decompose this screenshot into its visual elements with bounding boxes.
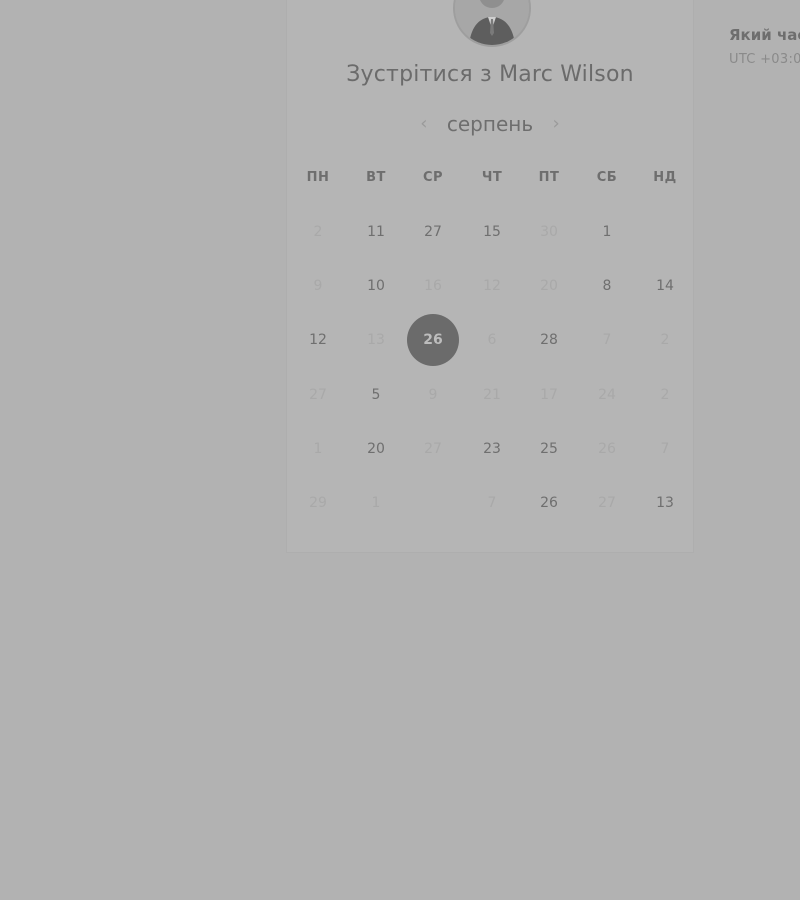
calendar-day: 1 xyxy=(350,477,402,529)
month-label: серпень xyxy=(446,112,534,136)
calendar-day: 7 xyxy=(466,477,518,529)
calendar-day: 12 xyxy=(466,260,518,312)
calendar-day: 27 xyxy=(581,477,633,529)
calendar-day-selected[interactable]: 26 xyxy=(407,314,459,366)
calendar-day[interactable]: 14 xyxy=(639,260,691,312)
calendar-day: 27 xyxy=(407,423,459,475)
weekday-label: ВТ xyxy=(366,170,386,185)
timezone-label[interactable]: UTC +03:0 xyxy=(729,52,800,67)
calendar-day[interactable]: 8 xyxy=(581,260,633,312)
month-navigation: ‹ серпень › xyxy=(287,110,693,138)
calendar-day[interactable]: 13 xyxy=(639,477,691,529)
calendar-day[interactable]: 12 xyxy=(292,314,344,366)
time-panel: Який час UTC +03:0 xyxy=(729,26,800,67)
calendar-day xyxy=(639,206,691,258)
chevron-left-icon[interactable]: ‹ xyxy=(417,115,431,133)
calendar-day: 2 xyxy=(639,314,691,366)
weekday-label: ПТ xyxy=(538,170,560,185)
calendar-day[interactable]: 15 xyxy=(466,206,518,258)
calendar-day: 7 xyxy=(639,423,691,475)
calendar-day: 17 xyxy=(523,369,575,421)
calendar-day: 1 xyxy=(292,423,344,475)
calendar-day: 27 xyxy=(292,369,344,421)
calendar-day: 30 xyxy=(523,206,575,258)
calendar-day[interactable]: 1 xyxy=(581,206,633,258)
calendar-day: 24 xyxy=(581,369,633,421)
calendar-day[interactable]: 27 xyxy=(407,206,459,258)
chevron-right-icon[interactable]: › xyxy=(549,115,563,133)
calendar-day[interactable]: 26 xyxy=(523,477,575,529)
calendar-grid: 2 11 27 15 30 1 9 10 16 12 20 8 14 12 13 26 6 28 7 2 27 5 9 21 1… xyxy=(287,205,693,535)
weekday-label: СР xyxy=(422,170,444,185)
weekday-label: ЧТ xyxy=(481,170,503,185)
calendar-day: 16 xyxy=(407,260,459,312)
weekday-label: НД xyxy=(653,170,677,185)
calendar-day[interactable]: 23 xyxy=(466,423,518,475)
weekday-label: СБ xyxy=(596,170,618,185)
calendar-day: 6 xyxy=(466,314,518,366)
calendar-day: 7 xyxy=(581,314,633,366)
person-avatar-icon xyxy=(455,0,529,45)
host-avatar xyxy=(453,0,531,47)
booking-card: Зустрітися з Marc Wilson ‹ серпень › ПН В… xyxy=(287,0,693,552)
calendar-day: 21 xyxy=(466,369,518,421)
calendar-day: 20 xyxy=(523,260,575,312)
calendar-day: 9 xyxy=(292,260,344,312)
calendar-day: 9 xyxy=(407,369,459,421)
weekday-label: ПН xyxy=(306,170,330,185)
calendar-day: 2 xyxy=(292,206,344,258)
calendar-day: 26 xyxy=(581,423,633,475)
calendar-day: 13 xyxy=(350,314,402,366)
time-heading: Який час xyxy=(729,26,800,44)
calendar-day[interactable]: 28 xyxy=(523,314,575,366)
calendar-day: 29 xyxy=(292,477,344,529)
page-title: Зустрітися з Marc Wilson xyxy=(346,62,634,87)
calendar-day xyxy=(407,477,459,529)
calendar-day[interactable]: 10 xyxy=(350,260,402,312)
weekday-header: ПН ВТ СР ЧТ ПТ СБ НД xyxy=(287,170,693,188)
calendar-day[interactable]: 25 xyxy=(523,423,575,475)
calendar-day[interactable]: 11 xyxy=(350,206,402,258)
calendar-day[interactable]: 5 xyxy=(350,369,402,421)
calendar-day[interactable]: 20 xyxy=(350,423,402,475)
calendar-day: 2 xyxy=(639,369,691,421)
